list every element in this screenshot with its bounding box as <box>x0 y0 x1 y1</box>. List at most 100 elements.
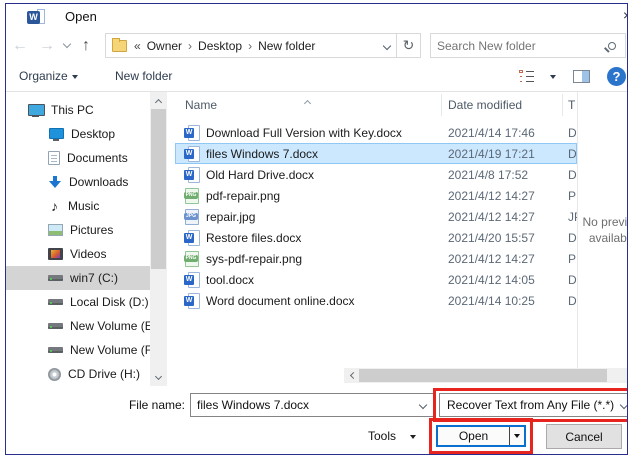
file-type-combobox[interactable]: Recover Text from Any File (*.*) <box>439 393 628 417</box>
file-row-pdf-repair-png[interactable]: PNGpdf-repair.png2021/4/12 14:27P <box>175 185 577 206</box>
file-name-input[interactable] <box>191 398 420 412</box>
file-row-download-full-version-with-key-docx[interactable]: WDownload Full Version with Key.docx2021… <box>175 122 577 143</box>
drive-icon <box>48 344 63 356</box>
sidebar-scrollbar-thumb[interactable] <box>151 109 166 269</box>
file-date-modified: 2021/4/14 10:25 <box>448 294 535 308</box>
search-input[interactable] <box>431 39 608 53</box>
sidebar-item-this-pc[interactable]: This PC <box>6 98 150 122</box>
file-type-value: Recover Text from Any File (*.*) <box>440 398 621 412</box>
cancel-button[interactable]: Cancel <box>546 424 622 449</box>
new-folder-label: New folder <box>115 69 172 83</box>
back-icon[interactable]: ← <box>12 34 28 58</box>
column-header-type[interactable]: T <box>568 92 575 118</box>
sidebar-item-videos[interactable]: Videos <box>6 242 150 266</box>
file-name-label: File name: <box>104 393 185 417</box>
view-dropdown-caret-icon[interactable] <box>550 75 556 79</box>
drive-icon <box>48 320 63 332</box>
search-box <box>430 33 626 58</box>
sidebar-item-local-disk-d[interactable]: Local Disk (D:) <box>6 290 150 314</box>
file-name: Download Full Version with Key.docx <box>206 126 402 140</box>
address-bar: ← → ↑ « Owner›Desktop›New folder ↻ <box>6 30 627 62</box>
sidebar-item-new-volume-f[interactable]: New Volume (F:) <box>6 338 150 362</box>
word-file-icon: W <box>184 167 199 182</box>
tools-label: Tools <box>368 429 396 443</box>
open-dropdown-caret-icon <box>514 434 520 438</box>
open-split-dropdown[interactable] <box>509 427 524 445</box>
sidebar-item-label: Videos <box>70 247 106 261</box>
horizontal-scrollbar-thumb[interactable] <box>359 369 607 382</box>
organize-label: Organize <box>19 69 68 83</box>
sidebar-scrollbar[interactable] <box>150 92 167 386</box>
file-row-files-windows-7-docx[interactable]: Wfiles Windows 7.docx2021/4/19 17:21D <box>175 143 577 164</box>
column-divider[interactable] <box>441 94 442 116</box>
file-name-dropdown-chevron-icon[interactable] <box>419 401 427 409</box>
file-date-modified: 2021/4/12 14:27 <box>448 252 535 266</box>
column-header-date-modified[interactable]: Date modified <box>448 92 522 118</box>
file-date-modified: 2021/4/19 17:21 <box>448 147 535 161</box>
breadcrumb-item-desktop[interactable]: Desktop <box>194 39 246 53</box>
word-app-icon: W <box>27 8 45 26</box>
close-button[interactable]: × <box>623 7 628 23</box>
file-row-restore-files-docx[interactable]: WRestore files.docx2021/4/20 15:57D <box>175 227 577 248</box>
up-icon[interactable]: ↑ <box>82 34 90 58</box>
column-header-name[interactable]: Name <box>185 92 217 118</box>
open-button-label[interactable]: Open <box>438 427 509 445</box>
sidebar-item-label: Documents <box>67 151 128 165</box>
file-name: tool.docx <box>206 273 254 287</box>
jpg-file-icon-badge: JPG <box>184 213 198 220</box>
chevron-down-icon <box>155 373 162 380</box>
refresh-button[interactable]: ↻ <box>396 34 420 57</box>
column-divider[interactable] <box>562 94 563 116</box>
search-icon[interactable] <box>608 42 616 50</box>
sidebar-item-cd-drive-h[interactable]: CD Drive (H:) <box>6 362 150 386</box>
sidebar-item-new-volume-e[interactable]: New Volume (E:) <box>6 314 150 338</box>
sidebar-item-documents[interactable]: Documents <box>6 146 150 170</box>
forward-icon[interactable]: → <box>39 34 55 58</box>
recent-locations-chevron-icon[interactable] <box>63 40 71 48</box>
command-toolbar: Organize New folder ? <box>6 62 627 92</box>
cancel-button-label: Cancel <box>565 430 602 444</box>
png-file-icon: PNG <box>184 188 199 203</box>
no-preview-message: No preview available <box>580 214 628 246</box>
breadcrumb-item-new-folder[interactable]: New folder <box>254 39 319 53</box>
horizontal-scrollbar[interactable] <box>344 368 628 383</box>
word-file-icon: W <box>184 125 199 140</box>
file-row-old-hard-drive-docx[interactable]: WOld Hard Drive.docx2021/4/8 17:52D <box>175 164 577 185</box>
file-name-combobox[interactable] <box>190 393 435 417</box>
tools-button[interactable]: Tools <box>368 424 416 449</box>
column-headers: Name Date modified T <box>175 92 577 118</box>
help-icon[interactable]: ? <box>607 67 626 86</box>
new-folder-button[interactable]: New folder <box>115 62 172 91</box>
file-row-tool-docx[interactable]: Wtool.docx2021/4/12 14:05D <box>175 269 577 290</box>
change-view-icon[interactable] <box>519 69 535 84</box>
dialog-title: Open <box>65 4 97 30</box>
sidebar-item-label: Desktop <box>71 127 115 141</box>
file-row-repair-jpg[interactable]: JPGrepair.jpg2021/4/12 14:27JP <box>175 206 577 227</box>
scroll-left-arrow-icon[interactable] <box>344 368 359 383</box>
file-rows: W Download Full Version with Key.docx 2021… <box>175 122 577 311</box>
preview-pane-icon[interactable] <box>573 70 590 83</box>
word-file-icon: W <box>184 146 199 161</box>
file-name: Restore files.docx <box>206 231 301 245</box>
address-dropdown-chevron-icon[interactable] <box>383 41 391 49</box>
file-date-modified: 2021/4/12 14:27 <box>448 189 535 203</box>
breadcrumb-prefix[interactable]: « <box>132 39 143 53</box>
sidebar-item-win7-c[interactable]: win7 (C:) <box>6 266 150 290</box>
sidebar-item-label: New Volume (F:) <box>70 343 159 357</box>
sidebar-item-pictures[interactable]: Pictures <box>6 218 150 242</box>
sidebar-item-desktop[interactable]: Desktop <box>6 122 150 146</box>
title-bar: W Open × <box>6 4 627 30</box>
open-button[interactable]: Open <box>436 425 526 447</box>
file-row-word-document-online-docx[interactable]: WWord document online.docx2021/4/14 10:2… <box>175 290 577 311</box>
sidebar-item-music[interactable]: ♪Music <box>6 194 150 218</box>
breadcrumb-item-owner[interactable]: Owner <box>143 39 186 53</box>
file-name: Old Hard Drive.docx <box>206 168 314 182</box>
scroll-up-arrow-icon[interactable] <box>150 92 167 109</box>
file-name: repair.jpg <box>206 210 255 224</box>
scroll-down-arrow-icon[interactable] <box>150 369 167 386</box>
file-date-modified: 2021/4/12 14:27 <box>448 210 535 224</box>
organize-button[interactable]: Organize <box>19 62 78 91</box>
sidebar-item-downloads[interactable]: Downloads <box>6 170 150 194</box>
pictures-icon <box>48 224 63 236</box>
file-row-sys-pdf-repair-png[interactable]: PNGsys-pdf-repair.png2021/4/12 14:27P <box>175 248 577 269</box>
